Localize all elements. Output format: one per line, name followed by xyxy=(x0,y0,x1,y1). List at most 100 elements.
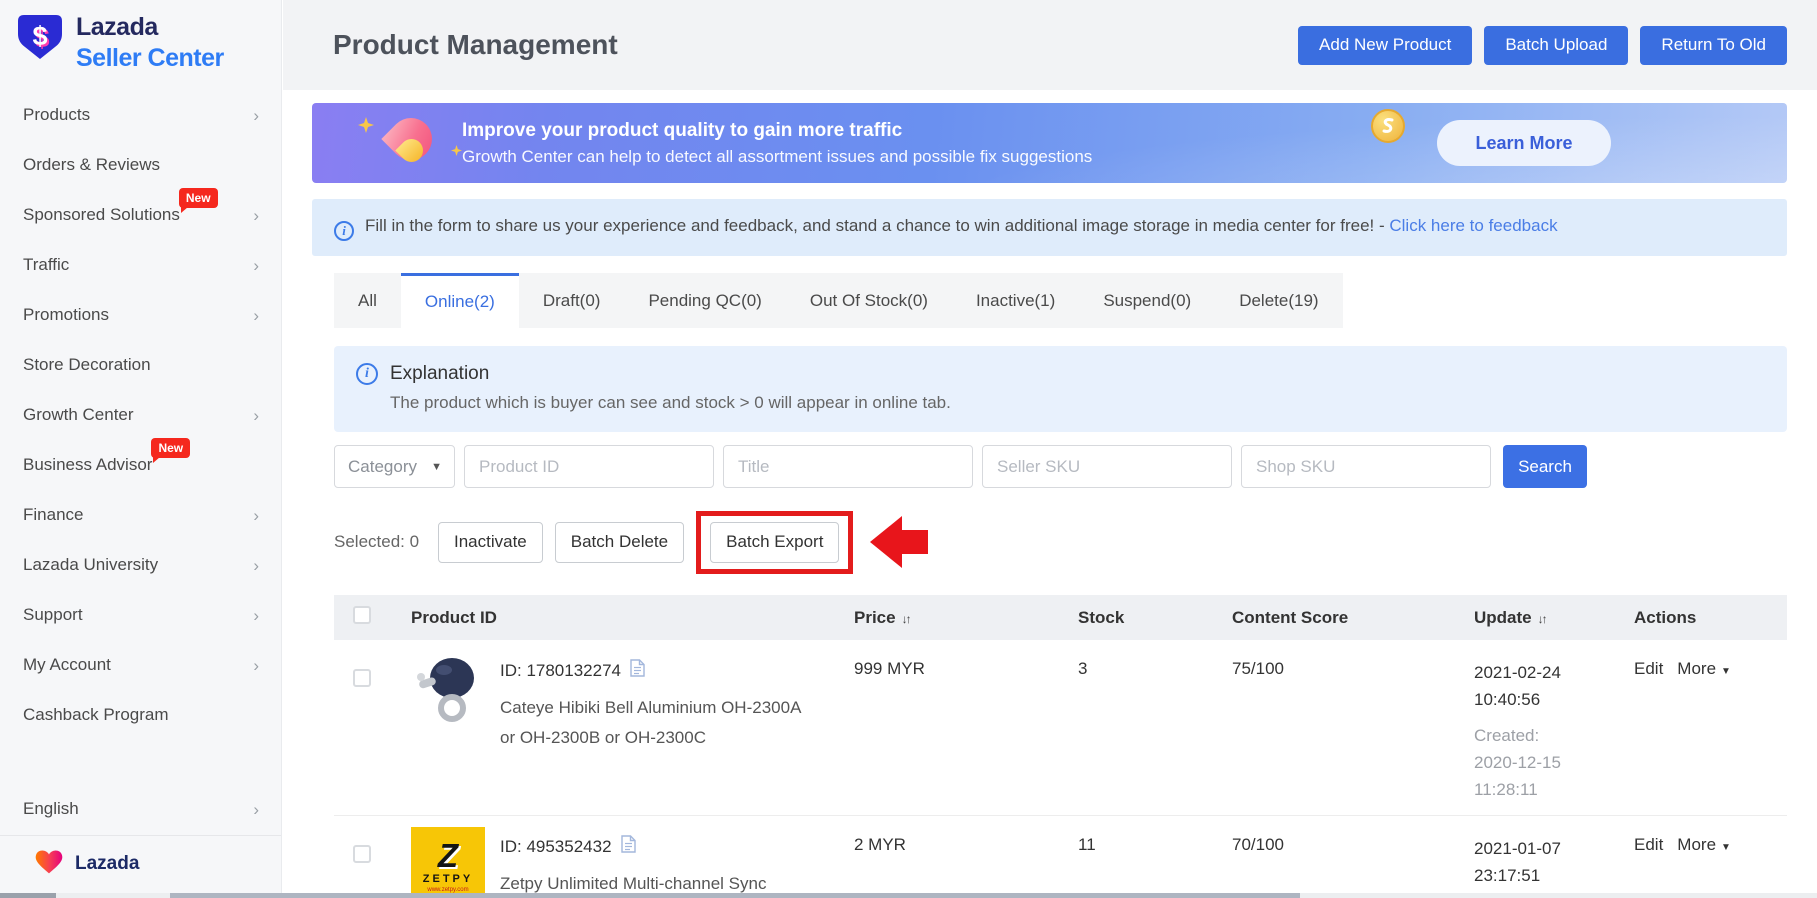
select-all-checkbox[interactable] xyxy=(353,606,371,624)
sidebar: $ $ Lazada Seller Center Products › Orde… xyxy=(0,0,282,898)
sidebar-item-finance[interactable]: Finance › xyxy=(0,490,281,540)
flame-icon xyxy=(381,109,441,171)
tab-draft[interactable]: Draft(0) xyxy=(519,273,625,328)
feedback-text: Fill in the form to share us your experi… xyxy=(365,216,1385,235)
product-id-input[interactable] xyxy=(464,445,714,488)
category-dropdown[interactable]: Category ▼ xyxy=(334,445,455,488)
batch-export-button[interactable]: Batch Export xyxy=(710,521,840,563)
sparkle-icon xyxy=(358,117,374,138)
product-table: Product ID Price ↓↑ Stock Content Score U… xyxy=(334,595,1787,898)
more-dropdown[interactable]: More ▼ xyxy=(1677,835,1731,855)
sidebar-item-sponsored-solutions[interactable]: Sponsored Solutions New › xyxy=(0,188,281,240)
row-checkbox[interactable] xyxy=(353,669,371,687)
feedback-link[interactable]: Click here to feedback xyxy=(1389,216,1557,235)
seller-sku-input[interactable] xyxy=(982,445,1232,488)
shop-sku-input[interactable] xyxy=(1241,445,1491,488)
language-selector[interactable]: English › xyxy=(0,783,281,835)
info-icon: i xyxy=(356,363,378,385)
sort-icon[interactable]: ↓↑ xyxy=(902,612,912,626)
table-row: ID: 1780132274 Cateye Hibiki Bell Alumin… xyxy=(334,640,1787,816)
edit-link[interactable]: Edit xyxy=(1634,659,1663,679)
copy-doc-icon[interactable] xyxy=(620,835,636,858)
annotation-highlight-box: Batch Export xyxy=(696,510,854,574)
caret-down-icon: ▼ xyxy=(1721,666,1731,677)
tab-pending-qc[interactable]: Pending QC(0) xyxy=(624,273,785,328)
more-dropdown[interactable]: More ▼ xyxy=(1677,659,1731,679)
column-price: Price ↓↑ xyxy=(854,607,912,627)
sidebar-item-lazada-university[interactable]: Lazada University › xyxy=(0,540,281,590)
sidebar-nav: Products › Orders & Reviews Sponsored So… xyxy=(0,90,281,740)
inactivate-button[interactable]: Inactivate xyxy=(438,521,543,563)
seller-center-logo[interactable]: $ $ Lazada Seller Center xyxy=(0,0,281,74)
update-cell: 2021-02-24 10:40:56 Created: 2020-12-15 … xyxy=(1474,663,1561,799)
sidebar-item-store-decoration[interactable]: Store Decoration xyxy=(0,340,281,390)
product-id-value: ID: 1780132274 xyxy=(500,660,621,680)
chevron-right-icon: › xyxy=(253,799,259,819)
chevron-right-icon: › xyxy=(253,555,259,575)
content-score-value: 70/100 xyxy=(1232,835,1284,854)
chevron-right-icon: › xyxy=(253,605,259,625)
sidebar-item-business-advisor[interactable]: Business Advisor New xyxy=(0,438,281,490)
horizontal-scrollbar[interactable] xyxy=(0,893,1817,898)
batch-delete-button[interactable]: Batch Delete xyxy=(554,521,685,563)
sidebar-item-traffic[interactable]: Traffic › xyxy=(0,240,281,290)
tab-suspend[interactable]: Suspend(0) xyxy=(1079,273,1215,328)
chevron-right-icon: › xyxy=(253,505,259,525)
feedback-info-bar: i Fill in the form to share us your exper… xyxy=(312,199,1787,256)
main-area: Product Management Add New Product Batch… xyxy=(283,0,1817,898)
caret-down-icon: ▼ xyxy=(431,460,442,473)
sidebar-item-orders-reviews[interactable]: Orders & Reviews xyxy=(0,140,281,190)
scrollbar-corner xyxy=(0,893,56,898)
lazada-heart-dollar-icon: $ $ xyxy=(13,12,67,67)
brand-subtitle: Seller Center xyxy=(76,44,224,72)
product-title: Cateye Hibiki Bell Aluminium OH-2300A or… xyxy=(500,698,801,747)
search-button[interactable]: Search xyxy=(1503,445,1587,488)
sort-icon[interactable]: ↓↑ xyxy=(1538,612,1548,626)
banner-subtitle: Growth Center can help to detect all ass… xyxy=(462,146,1093,166)
brand-name: Lazada xyxy=(76,13,158,41)
bulk-actions-bar: Selected: 0 Inactivate Batch Delete Batc… xyxy=(334,510,1787,574)
learn-more-button[interactable]: Learn More xyxy=(1437,120,1611,166)
tab-delete[interactable]: Delete(19) xyxy=(1215,273,1342,328)
filter-bar: Category ▼ Search xyxy=(334,445,1787,488)
status-tabs: All Online(2) Draft(0) Pending QC(0) Out… xyxy=(334,273,1787,328)
update-cell: 2021-01-07 23:17:51 xyxy=(1474,839,1561,885)
explanation-body: The product which is buyer can see and s… xyxy=(390,393,951,412)
scrollbar-thumb[interactable] xyxy=(170,893,1300,898)
return-to-old-button[interactable]: Return To Old xyxy=(1640,25,1787,65)
sidebar-item-products[interactable]: Products › xyxy=(0,90,281,140)
sidebar-item-growth-center[interactable]: Growth Center › xyxy=(0,390,281,440)
product-image-zetpy: Z ZETPY www.zetpy.com xyxy=(411,827,485,898)
sidebar-item-support[interactable]: Support › xyxy=(0,590,281,640)
sidebar-item-cashback-program[interactable]: Cashback Program xyxy=(0,690,281,740)
page-header: Product Management Add New Product Batch… xyxy=(283,0,1817,90)
sidebar-item-my-account[interactable]: My Account › xyxy=(0,640,281,690)
banner-title: Improve your product quality to gain mor… xyxy=(462,119,903,141)
growth-center-banner: Improve your product quality to gain mor… xyxy=(312,103,1787,183)
selected-count: Selected: 0 xyxy=(334,532,420,551)
edit-link[interactable]: Edit xyxy=(1634,835,1663,855)
sparkle-icon xyxy=(451,143,462,161)
chevron-right-icon: › xyxy=(253,305,259,325)
footer-brand-name: Lazada xyxy=(75,853,140,874)
new-badge: New xyxy=(151,438,191,463)
coin-icon xyxy=(1371,109,1405,143)
price-value: 999 MYR xyxy=(854,659,925,678)
sidebar-item-promotions[interactable]: Promotions › xyxy=(0,290,281,340)
annotation-arrow-left-icon xyxy=(870,516,929,568)
title-input[interactable] xyxy=(723,445,973,488)
row-checkbox[interactable] xyxy=(353,845,371,863)
column-stock: Stock xyxy=(1078,607,1125,627)
add-new-product-button[interactable]: Add New Product xyxy=(1298,25,1473,65)
content-score-value: 75/100 xyxy=(1232,659,1284,678)
copy-doc-icon[interactable] xyxy=(630,659,645,682)
tab-out-of-stock[interactable]: Out Of Stock(0) xyxy=(786,273,952,328)
chevron-right-icon: › xyxy=(253,255,259,275)
tab-online[interactable]: Online(2) xyxy=(400,273,519,328)
batch-upload-button[interactable]: Batch Upload xyxy=(1484,25,1629,65)
page-title: Product Management xyxy=(333,29,618,60)
chevron-right-icon: › xyxy=(253,405,259,425)
table-header: Product ID Price ↓↑ Stock Content Score U… xyxy=(334,595,1787,640)
tab-all[interactable]: All xyxy=(334,273,401,328)
tab-inactive[interactable]: Inactive(1) xyxy=(952,273,1079,328)
